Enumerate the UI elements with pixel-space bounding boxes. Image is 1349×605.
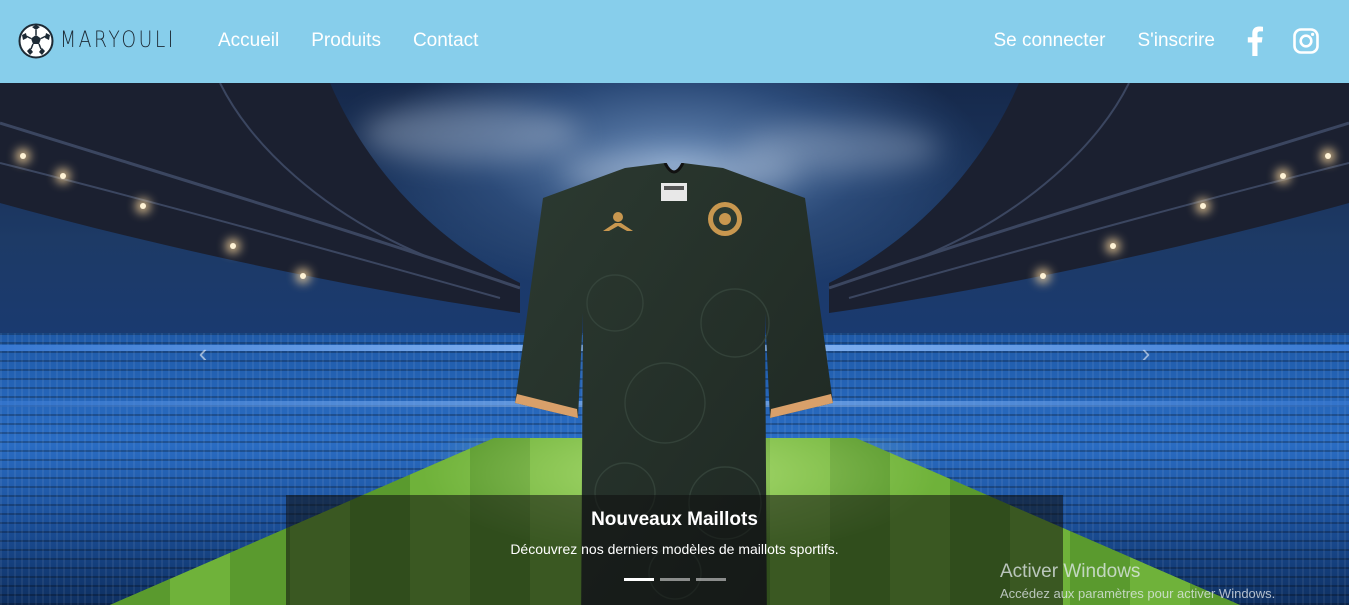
carousel-indicators xyxy=(624,578,726,581)
brand-name: MARYOULI xyxy=(60,28,176,53)
carousel-indicator[interactable] xyxy=(624,578,654,581)
floodlight xyxy=(20,153,26,159)
floodlight xyxy=(1040,273,1046,279)
slide-description: Découvrez nos derniers modèles de maillo… xyxy=(510,541,839,557)
floodlight xyxy=(230,243,236,249)
login-link[interactable]: Se connecter xyxy=(994,30,1106,52)
slide-title: Nouveaux Maillots xyxy=(591,509,758,530)
nav-link-contact[interactable]: Contact xyxy=(413,30,478,52)
facebook-link[interactable] xyxy=(1247,26,1263,56)
instagram-icon xyxy=(1293,28,1319,54)
watermark-title: Activer Windows xyxy=(1000,561,1141,582)
floodlight xyxy=(60,173,66,179)
brand-logo[interactable]: MARYOULI xyxy=(18,22,196,60)
instagram-link[interactable] xyxy=(1293,28,1319,54)
watermark-subtitle: Accédez aux paramètres pour activer Wind… xyxy=(1000,586,1276,601)
carousel-indicator[interactable] xyxy=(696,578,726,581)
facebook-icon xyxy=(1247,26,1263,56)
floodlight xyxy=(1110,243,1116,249)
floodlight xyxy=(1200,203,1206,209)
hero-carousel: ‹ › Nouveaux Maillots Découvrez nos dern… xyxy=(0,83,1349,605)
carousel-indicator[interactable] xyxy=(660,578,690,581)
navbar: MARYOULI Accueil Produits Contact Se con… xyxy=(0,0,1349,83)
main-nav: Accueil Produits Contact xyxy=(218,30,478,52)
nav-link-produits[interactable]: Produits xyxy=(311,30,381,52)
floodlight xyxy=(300,273,306,279)
carousel-next-icon[interactable]: › xyxy=(1135,338,1157,368)
carousel-caption: Nouveaux Maillots Découvrez nos derniers… xyxy=(286,495,1063,605)
carousel-prev-icon[interactable]: ‹ xyxy=(192,338,214,368)
nav-link-accueil[interactable]: Accueil xyxy=(218,30,279,52)
soccer-ball-icon xyxy=(18,23,54,59)
nav-right: Se connecter S'inscrire xyxy=(994,22,1320,60)
floodlight xyxy=(1325,153,1331,159)
register-link[interactable]: S'inscrire xyxy=(1137,30,1215,52)
social-links xyxy=(1247,26,1319,56)
floodlight xyxy=(140,203,146,209)
windows-activation-watermark: Activer Windows Accédez aux paramètres p… xyxy=(1000,561,1275,601)
floodlight xyxy=(1280,173,1286,179)
